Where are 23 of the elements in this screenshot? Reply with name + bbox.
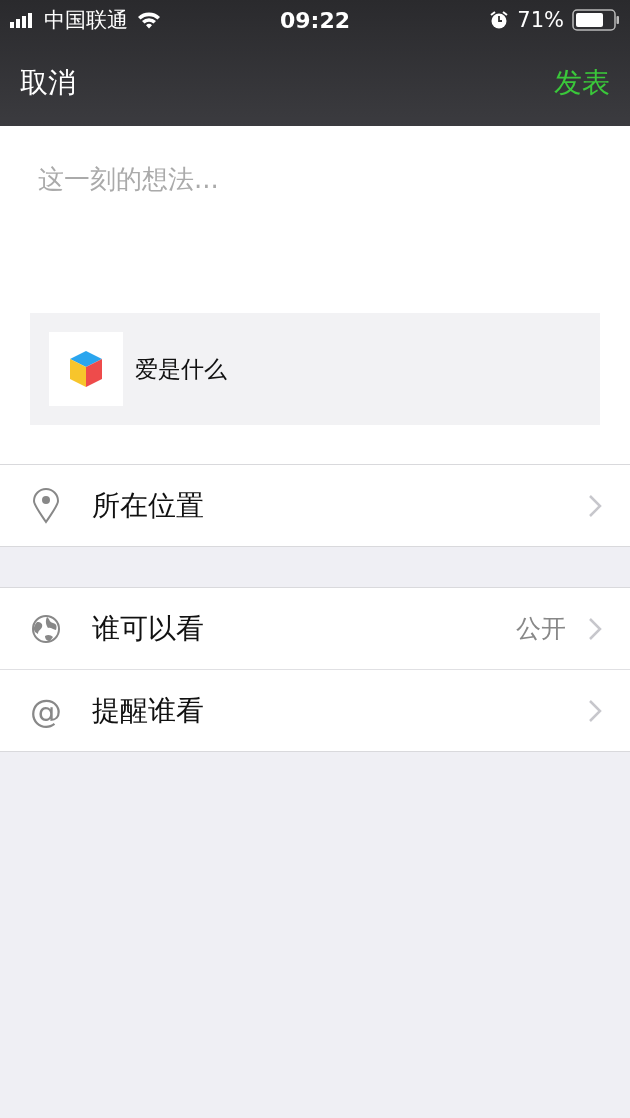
alarm-icon xyxy=(489,10,510,30)
link-title: 爱是什么 xyxy=(135,354,227,384)
row-value: 公开 xyxy=(516,613,566,645)
list-row[interactable]: @ 提醒谁看 xyxy=(0,669,630,751)
battery-icon xyxy=(572,9,620,31)
cancel-button[interactable]: 取消 xyxy=(20,64,76,102)
row-label: 谁可以看 xyxy=(92,610,204,647)
publish-button[interactable]: 发表 xyxy=(554,64,610,102)
row-label: 所在位置 xyxy=(92,487,204,524)
location-pin-icon xyxy=(30,487,62,524)
list-row[interactable]: 谁可以看 公开 xyxy=(0,588,630,669)
carrier-name: 中国联通 xyxy=(44,7,128,34)
clock-time: 09:22 xyxy=(280,7,350,33)
row-label: 提醒谁看 xyxy=(92,692,204,729)
battery-percent: 71% xyxy=(517,8,564,32)
list-row[interactable]: 所在位置 xyxy=(0,465,630,546)
chevron-right-icon xyxy=(588,698,602,723)
wifi-icon xyxy=(136,10,162,30)
chevron-right-icon xyxy=(588,493,602,518)
chevron-right-icon xyxy=(588,616,602,641)
at-sign-icon: @ xyxy=(30,691,62,730)
cube-icon xyxy=(68,349,104,389)
globe-icon xyxy=(30,613,62,644)
